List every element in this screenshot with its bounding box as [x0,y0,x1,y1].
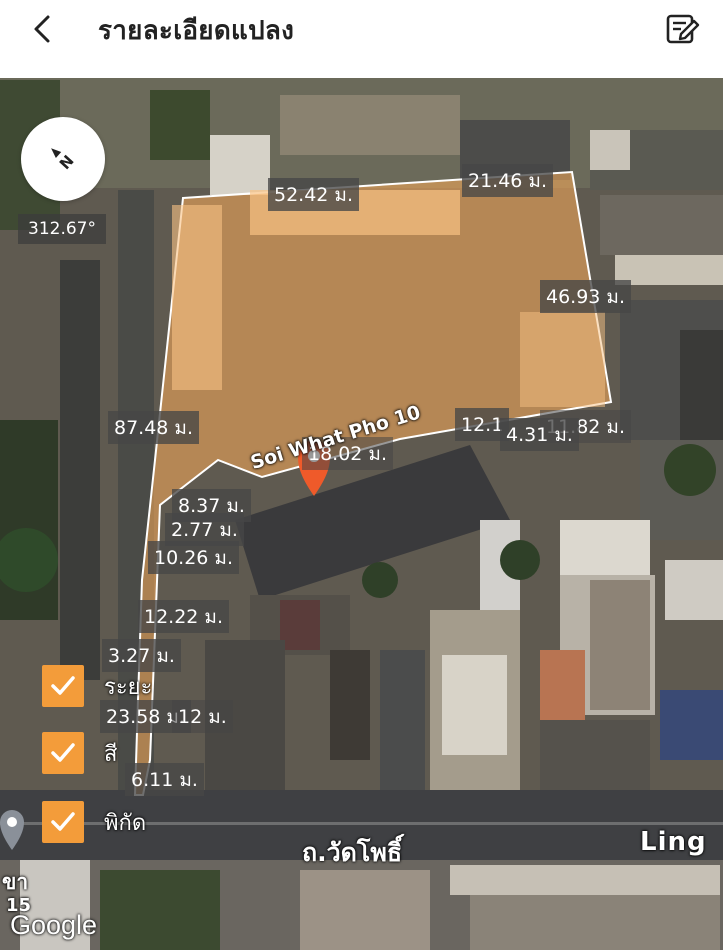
google-attribution: Google [10,910,98,940]
satellite-map[interactable]: N 312.67° 52.42 ม. 21.46 ม. 46.93 ม. 87.… [0,78,723,950]
road-label-ling: Ling [640,827,707,857]
toggle-coordinates[interactable]: พิกัด [42,801,146,843]
toggle-label: ระยะ [104,674,153,700]
dimension-label: 87.48 ม. [108,411,199,444]
toggle-label: สี [104,741,118,767]
check-icon[interactable] [42,665,84,707]
toggle-distance[interactable]: ระยะ [42,665,152,707]
dimension-label: 12.22 ม. [138,600,229,633]
check-icon[interactable] [42,801,84,843]
svg-text:N: N [56,152,78,173]
compass-north-icon[interactable]: N [21,117,105,201]
app-header: รายละเอียดแปลง [0,0,723,78]
chevron-left-icon[interactable] [26,12,60,46]
dimension-label: 4.31 ม. [500,418,579,451]
edit-note-icon[interactable] [664,11,700,47]
toggle-color[interactable]: สี [42,732,117,774]
dimension-label: 10.26 ม. [148,541,239,574]
toggle-label: พิกัด [104,810,147,836]
dimension-label: 52.42 ม. [268,178,359,211]
road-label-main: ถ.วัดโพธิ์ [302,838,403,867]
dimension-label: 6.11 ม. [125,763,204,796]
dimension-label: 12 ม. [172,700,233,733]
bearing-readout: 312.67° [18,214,106,244]
check-icon[interactable] [42,732,84,774]
dimension-label: 21.46 ม. [462,164,553,197]
dimension-label: 46.93 ม. [540,280,631,313]
page-title: รายละเอียดแปลง [98,16,295,46]
